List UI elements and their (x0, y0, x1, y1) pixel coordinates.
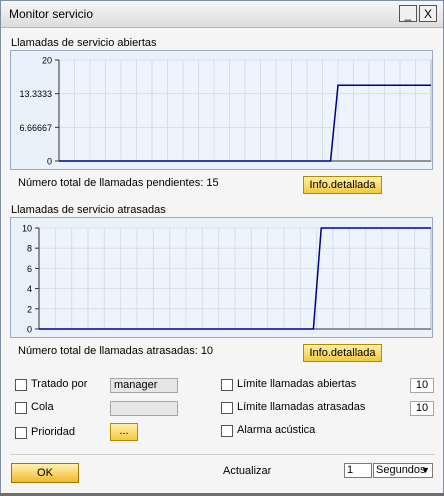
close-button[interactable]: X (419, 5, 437, 22)
chart-atrasadas-svg: 10 8 6 4 2 0 (22, 224, 432, 335)
chart-title-abiertas: Llamadas de servicio abiertas (11, 37, 157, 49)
actualizar-label: Actualizar (223, 465, 272, 477)
y-tick-label: 10 (22, 224, 32, 234)
y-tick-label: 0 (27, 325, 32, 335)
prioridad-browse-button[interactable]: ... (110, 423, 138, 441)
alarma-label: Alarma acústica (237, 424, 316, 436)
limite-atrasadas-input[interactable]: 10 (410, 401, 434, 416)
limite-atrasadas-label: Límite llamadas atrasadas (237, 401, 366, 413)
title-bar: Monitor servicio _ X (1, 1, 443, 28)
y-tick-label: 6.66667 (19, 123, 52, 133)
prioridad-label: Prioridad (31, 426, 76, 438)
y-tick-label: 6 (27, 264, 32, 274)
limite-abiertas-checkbox[interactable] (221, 379, 233, 391)
total-atrasadas: Número total de llamadas atrasadas: 10 (18, 345, 214, 357)
chart-abiertas: 20 13.3333 6.66667 0 (10, 50, 433, 170)
cola-field[interactable] (110, 401, 178, 416)
chart-abiertas-svg: 20 13.3333 6.66667 0 (19, 56, 432, 167)
limite-abiertas-label: Límite llamadas abiertas (237, 378, 357, 390)
footer-separator (10, 454, 435, 455)
y-tick-label: 4 (27, 284, 32, 294)
info-detallada-button-1[interactable]: Info.detallada (303, 176, 382, 194)
y-tick-label: 20 (42, 56, 52, 66)
unit-select-value: Segundos (376, 464, 426, 476)
chevron-down-icon: ▼ (421, 465, 430, 475)
chart-title-atrasadas: Llamadas de servicio atrasadas (11, 204, 166, 216)
limite-abiertas-input[interactable]: 10 (410, 378, 434, 393)
chart-atrasadas: 10 8 6 4 2 0 (10, 217, 433, 338)
y-tick-label: 2 (27, 304, 32, 314)
y-tick-label: 0 (47, 157, 52, 167)
tratado-por-label: Tratado por (31, 378, 88, 390)
total-pendientes: Número total de llamadas pendientes: 15 (18, 177, 219, 189)
tratado-por-checkbox[interactable] (15, 379, 27, 391)
cola-checkbox[interactable] (15, 402, 27, 414)
info-detallada-button-2[interactable]: Info.detallada (303, 344, 382, 362)
window-title: Monitor servicio (9, 7, 94, 21)
tratado-por-field[interactable]: manager (110, 378, 178, 393)
y-tick-label: 8 (27, 244, 32, 254)
unit-select[interactable]: Segundos ▼ (373, 463, 433, 478)
monitor-window: Monitor servicio _ X Llamadas de servici… (0, 0, 444, 496)
minimize-button[interactable]: _ (399, 5, 417, 22)
limite-atrasadas-checkbox[interactable] (221, 402, 233, 414)
cola-label: Cola (31, 401, 54, 413)
y-tick-label: 13.3333 (19, 89, 52, 99)
prioridad-checkbox[interactable] (15, 427, 27, 439)
actualizar-input[interactable]: 1 (344, 463, 372, 478)
alarma-checkbox[interactable] (221, 425, 233, 437)
ok-button[interactable]: OK (11, 463, 79, 483)
